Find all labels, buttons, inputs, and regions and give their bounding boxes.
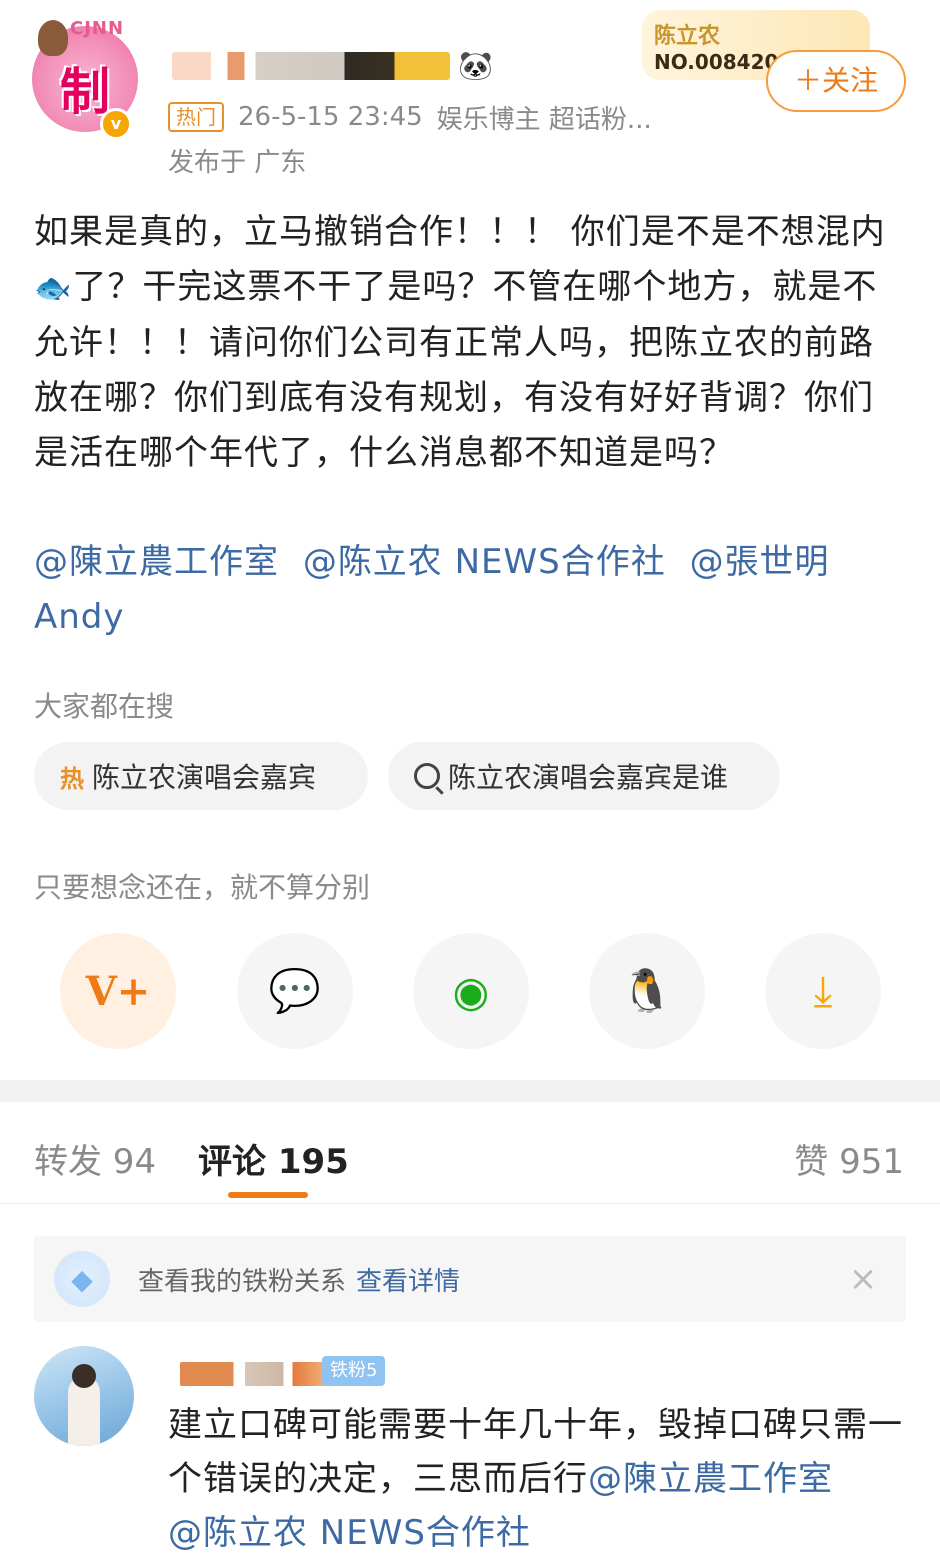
mention-link[interactable]: @陳立農工作室 [588, 1459, 833, 1499]
active-tab-indicator [228, 1192, 308, 1198]
commenter-avatar[interactable] [34, 1346, 134, 1446]
fan-badge-number: NO.008420 [654, 50, 779, 74]
author-description: 娱乐博主 超话粉... [436, 104, 652, 135]
search-section-title: 大家都在搜 [34, 690, 175, 723]
section-divider [0, 1080, 940, 1102]
fan-relationship-bar[interactable]: ◆ 查看我的铁粉关系 查看详情 × [34, 1236, 906, 1322]
author-name-redacted[interactable] [172, 52, 450, 80]
post-meta: 热门 26-5-15 23:45 娱乐博主 超话粉... [168, 100, 652, 135]
diamond-icon: ◆ [54, 1251, 110, 1307]
wechat-share-button[interactable]: 💬 [237, 933, 353, 1049]
panda-icon: 🐼 [458, 49, 493, 82]
comment-text: 建立口碑可能需要十年几十年，毁掉口碑只需一个错误的决定，三思而后行@陳立農工作室… [168, 1398, 908, 1560]
post-location: 发布于 广东 [168, 148, 307, 178]
tab-repost[interactable]: 转发 94 [34, 1134, 156, 1183]
qq-share-button[interactable]: 🐧 [589, 933, 705, 1049]
camera-aperture-icon: ◉ [452, 966, 490, 1016]
search-chip[interactable]: 陈立农演唱会嘉宾是谁 [388, 742, 780, 810]
follow-button[interactable]: ＋关注 [766, 50, 906, 112]
tab-like[interactable]: 赞 951 [794, 1134, 904, 1183]
post-timestamp: 26-5-15 23:45 [238, 102, 423, 132]
post-body-text-1: 如果是真的，立马撤销合作！！！ 你们是不是不想混内 [34, 212, 886, 252]
hot-tag: 热门 [168, 102, 224, 132]
verified-badge-icon: v [100, 108, 132, 140]
search-chip-label: 陈立农演唱会嘉宾 [92, 761, 317, 794]
search-chip-label: 陈立农演唱会嘉宾是谁 [448, 761, 729, 794]
search-chip[interactable]: 热 陈立农演唱会嘉宾 [34, 742, 368, 810]
avatar-head [72, 1364, 96, 1388]
moments-share-button[interactable]: ◉ [413, 933, 529, 1049]
share-row: V+ 💬 ◉ 🐧 ⤓ [60, 933, 881, 1049]
interaction-tabs: 转发 94 评论 195 赞 951 [0, 1104, 940, 1204]
post-body-text-2: 了？干完这票不干了是吗？不管在哪个地方，就是不允许！！！请问你们公司有正常人吗，… [34, 267, 878, 473]
share-hint-text: 只要想念还在，就不算分别 [34, 871, 371, 904]
close-icon[interactable]: × [848, 1262, 878, 1296]
avatar-logo-text: CJNN [70, 18, 125, 39]
wechat-icon: 💬 [268, 966, 322, 1015]
vplus-icon: V+ [85, 967, 151, 1015]
search-icon [414, 763, 440, 789]
iron-fan-badge: 铁粉5 [322, 1356, 386, 1386]
mention-link[interactable]: @陳立農工作室 [34, 542, 279, 582]
save-image-button[interactable]: ⤓ [765, 933, 881, 1049]
view-details-link[interactable]: 查看详情 [356, 1261, 460, 1298]
tab-comment[interactable]: 评论 195 [198, 1134, 349, 1183]
fan-badge-name: 陈立农 [654, 24, 721, 49]
post-body: 如果是真的，立马撤销合作！！！ 你们是不是不想混内 🐟了？干完这票不干了是吗？不管… [34, 205, 894, 481]
post-mentions: @陳立農工作室 @陈立农 NEWS合作社 @張世明Andy [34, 535, 894, 645]
mention-link[interactable]: @陈立农 NEWS合作社 [303, 542, 666, 582]
fan-bar-text: 查看我的铁粉关系 [138, 1266, 347, 1297]
mention-link[interactable]: @陈立农 NEWS合作社 [168, 1513, 531, 1553]
qq-penguin-icon: 🐧 [620, 966, 674, 1015]
download-image-icon: ⤓ [813, 966, 833, 1015]
fish-emoji-icon: 🐟 [34, 271, 73, 306]
commenter-name-redacted[interactable] [180, 1362, 328, 1386]
hot-search-icon: 热 [60, 764, 84, 793]
vplus-share-button[interactable]: V+ [60, 933, 176, 1049]
avatar-doll-decoration [38, 20, 68, 56]
